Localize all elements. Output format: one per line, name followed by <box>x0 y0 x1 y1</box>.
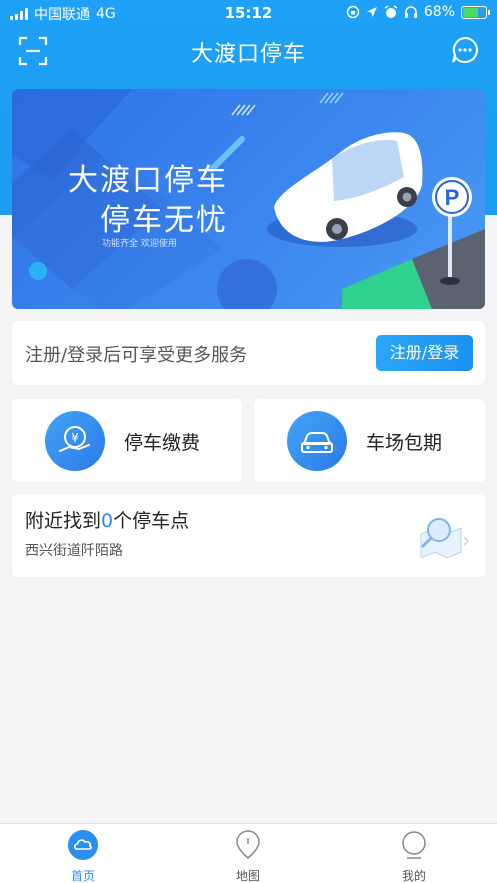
home-cloud-icon <box>68 830 98 860</box>
tab-map-label: 地图 <box>235 869 260 883</box>
nearby-title: 附近找到0个停车点 <box>25 506 189 533</box>
nearby-prefix: 附近找到 <box>25 510 102 532</box>
nearby-count: 0 <box>101 510 114 532</box>
nav-bar: 大渡口停车 <box>0 28 497 74</box>
map-pin-icon <box>236 830 260 859</box>
location-arrow-icon <box>366 7 377 17</box>
nearby-parking-card[interactable]: 附近找到0个停车点 西兴街道阡陌路 <box>12 494 485 577</box>
login-prompt-text: 注册/登录后可享受更多服务 <box>25 345 248 366</box>
battery-icon <box>461 5 490 19</box>
tab-home[interactable]: 首页 <box>43 830 123 883</box>
lot-subscription-card[interactable]: 车场包期 <box>254 399 485 482</box>
message-icon[interactable] <box>451 36 479 64</box>
banner-illustration: P <box>12 89 485 309</box>
status-right: 68% <box>346 4 490 20</box>
promo-banner[interactable]: P 大渡口停车 停车无忧 功能齐全 欢迎使用 <box>12 89 485 309</box>
banner-headline: 大渡口停车 <box>68 163 228 198</box>
alarm-icon <box>384 5 398 18</box>
register-login-button[interactable]: 注册/登录 <box>376 335 473 371</box>
nearby-address: 西兴街道阡陌路 <box>25 543 123 559</box>
banner-caption: 功能齐全 欢迎使用 <box>102 239 177 249</box>
nearby-suffix: 个停车点 <box>113 510 190 532</box>
login-prompt-card: 注册/登录后可享受更多服务 注册/登录 <box>12 321 485 385</box>
tab-mine[interactable]: 我的 <box>374 830 454 883</box>
lot-subscription-label: 车场包期 <box>366 432 443 454</box>
svg-text:¥: ¥ <box>71 431 79 445</box>
tab-home-label: 首页 <box>70 869 95 883</box>
battery-percent: 68% <box>423 4 455 20</box>
car-icon <box>287 411 347 471</box>
map-search-icon <box>420 518 469 558</box>
tab-mine-label: 我的 <box>401 869 426 883</box>
tab-bar: 首页 地图 我的 <box>0 823 497 883</box>
rotation-lock-icon <box>346 5 360 19</box>
status-bar: 中国联通 4G 15:12 68% <box>0 0 497 26</box>
user-icon <box>402 831 426 859</box>
banner-subheadline: 停车无忧 <box>100 203 228 238</box>
parking-payment-card[interactable]: ¥ 停车缴费 <box>12 399 242 482</box>
yen-hand-icon: ¥ <box>45 411 105 471</box>
headphones-icon <box>404 6 417 18</box>
page-title: 大渡口停车 <box>190 42 306 67</box>
tab-map[interactable]: 地图 <box>208 830 288 883</box>
svg-text:P: P <box>445 185 460 210</box>
parking-payment-label: 停车缴费 <box>124 432 201 454</box>
